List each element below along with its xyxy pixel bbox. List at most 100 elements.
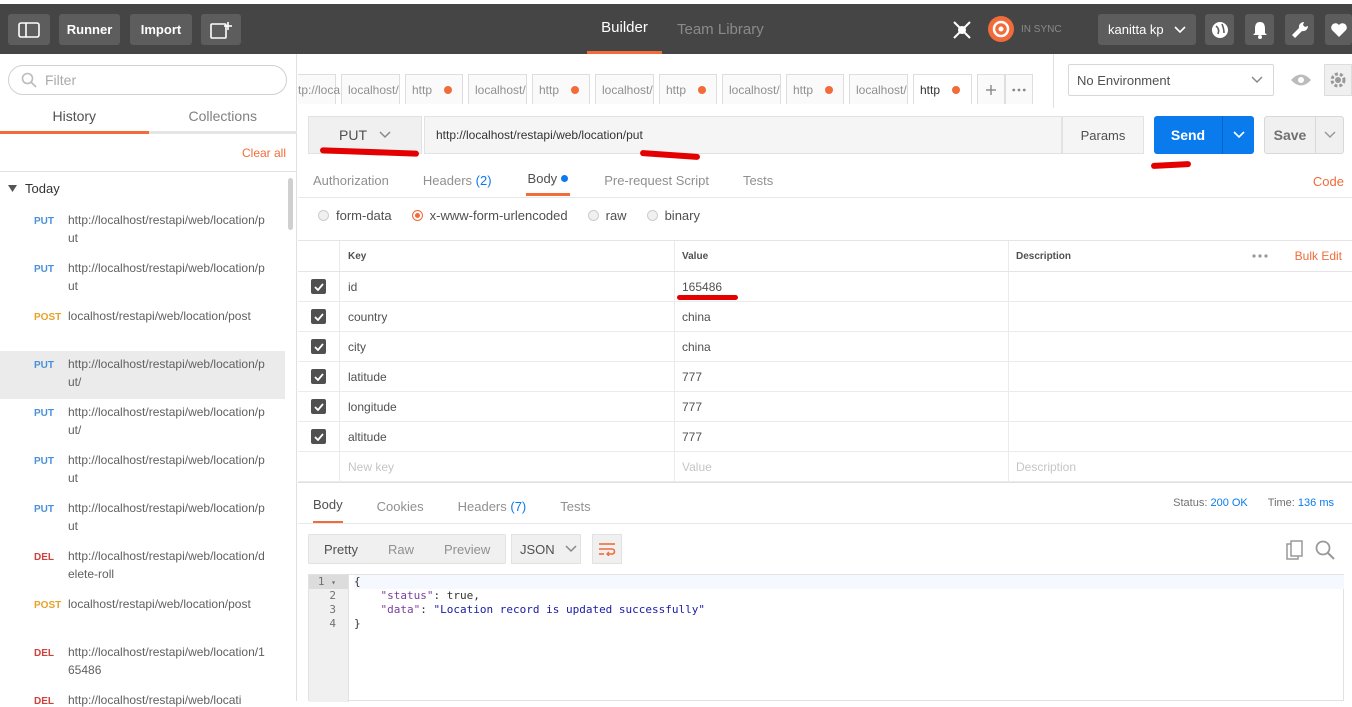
format-pretty[interactable]: Pretty (309, 542, 373, 557)
format-raw[interactable]: Raw (373, 542, 429, 557)
url-input[interactable]: http://localhost/restapi/web/location/pu… (424, 116, 1062, 154)
description-cell[interactable] (1009, 332, 1352, 361)
clear-all-link[interactable]: Clear all (242, 146, 286, 160)
builder-tab[interactable]: Builder (587, 4, 662, 54)
params-button[interactable]: Params (1062, 116, 1144, 154)
tab-response-body[interactable]: Body (313, 488, 343, 524)
history-item[interactable]: PUT http://localhost/restapi/web/location… (0, 255, 285, 303)
key-cell[interactable]: altitude (340, 422, 675, 451)
row-checkbox[interactable] (311, 309, 326, 324)
row-checkbox[interactable] (311, 429, 326, 444)
value-cell[interactable]: china (675, 332, 1009, 361)
new-request-tab-button[interactable] (977, 74, 1005, 104)
search-response-button[interactable] (1315, 540, 1335, 560)
request-tab[interactable]: http (786, 74, 844, 104)
value-cell[interactable]: china (675, 302, 1009, 331)
history-item[interactable]: PUT http://localhost/restapi/web/location… (0, 399, 285, 447)
environment-quick-look-button[interactable] (1286, 67, 1316, 93)
key-cell[interactable]: longitude (340, 392, 675, 421)
sidebar-toggle-button[interactable] (8, 14, 50, 45)
runner-button[interactable]: Runner (59, 14, 120, 45)
tab-headers[interactable]: Headers (2) (423, 164, 492, 196)
globe-button[interactable] (1205, 14, 1234, 45)
request-tab[interactable]: tp://loca (298, 74, 340, 104)
tab-history[interactable]: History (0, 100, 149, 134)
new-description-input[interactable]: Description (1009, 452, 1352, 481)
radio-binary[interactable]: binary (646, 208, 700, 223)
new-key-input[interactable]: New key (340, 452, 675, 481)
code-link[interactable]: Code (1313, 174, 1344, 189)
request-tab[interactable]: http (405, 74, 463, 104)
history-item[interactable]: PUT http://localhost/restapi/web/location… (0, 207, 285, 255)
radio-urlencoded[interactable]: x-www-form-urlencoded (411, 208, 568, 223)
ellipsis-icon[interactable] (1252, 254, 1268, 258)
history-item[interactable]: DEL http://localhost/restapi/web/location… (0, 639, 285, 687)
new-value-input[interactable]: Value (675, 452, 1009, 481)
tab-body[interactable]: Body (525, 164, 571, 196)
history-item[interactable]: PUT http://localhost/restapi/web/location… (0, 351, 285, 399)
description-cell[interactable] (1009, 422, 1352, 451)
sync-status[interactable]: IN SYNC (987, 15, 1062, 43)
tab-response-headers[interactable]: Headers (7) (458, 488, 527, 524)
user-menu[interactable]: kanitta kp (1098, 14, 1196, 45)
row-checkbox[interactable] (311, 279, 326, 294)
request-tab-active[interactable]: http (913, 74, 972, 104)
request-tab[interactable]: localhost/ (595, 74, 654, 104)
fold-icon[interactable]: ▾ (331, 578, 336, 587)
key-cell[interactable]: id (340, 272, 675, 301)
tab-prerequest-script[interactable]: Pre-request Script (604, 164, 709, 196)
response-editor[interactable]: 1 ▾ 2 3 4 { "status": true, "data": "Loc… (308, 574, 1344, 702)
value-cell[interactable]: 777 (675, 362, 1009, 391)
history-group-today[interactable]: Today (8, 181, 60, 196)
request-tab[interactable]: localhost/ (849, 74, 908, 104)
radio-raw[interactable]: raw (587, 208, 627, 223)
history-item[interactable]: POST localhost/restapi/web/location/post (0, 591, 285, 639)
language-select[interactable]: JSON (511, 534, 581, 564)
tab-collections[interactable]: Collections (148, 100, 297, 134)
copy-button[interactable] (1286, 540, 1306, 560)
wrap-lines-button[interactable] (592, 534, 622, 564)
value-cell[interactable]: 777 (675, 422, 1009, 451)
description-cell[interactable] (1009, 302, 1352, 331)
description-cell[interactable] (1009, 392, 1352, 421)
manage-environments-button[interactable] (1324, 64, 1352, 96)
request-tab[interactable]: http (532, 74, 590, 104)
request-tab[interactable]: localhost/ (468, 74, 527, 104)
history-item[interactable]: PUT http://localhost/restapi/web/location… (0, 447, 285, 495)
environment-select[interactable]: No Environment (1068, 64, 1274, 96)
new-tab-button[interactable] (201, 14, 241, 45)
request-tab[interactable]: localhost/ (722, 74, 781, 104)
favorites-button[interactable] (1325, 14, 1352, 45)
team-library-tab[interactable]: Team Library (677, 4, 764, 54)
sidebar-scrollbar[interactable] (288, 178, 293, 230)
settings-button[interactable] (1285, 14, 1314, 45)
description-cell[interactable] (1009, 362, 1352, 391)
format-preview[interactable]: Preview (429, 542, 505, 557)
key-cell[interactable]: latitude (340, 362, 675, 391)
key-cell[interactable]: city (340, 332, 675, 361)
value-cell[interactable]: 777 (675, 392, 1009, 421)
description-cell[interactable] (1009, 272, 1352, 301)
interceptor-button[interactable] (947, 14, 976, 45)
row-checkbox[interactable] (311, 399, 326, 414)
request-tab[interactable]: http (659, 74, 717, 104)
history-item[interactable]: DEL http://localhost/restapi/web/location… (0, 543, 285, 591)
history-item[interactable]: PUT http://localhost/restapi/web/location… (0, 495, 285, 543)
radio-form-data[interactable]: form-data (318, 208, 392, 223)
history-item[interactable]: POST localhost/restapi/web/location/post (0, 303, 285, 351)
tab-tests[interactable]: Tests (743, 164, 773, 196)
more-tabs-button[interactable] (1005, 74, 1033, 104)
tab-response-tests[interactable]: Tests (560, 488, 590, 524)
tab-authorization[interactable]: Authorization (313, 164, 389, 196)
send-button[interactable]: Send (1154, 116, 1254, 154)
history-item[interactable]: DEL http://localhost/restapi/web/locati (0, 687, 285, 707)
filter-input[interactable]: Filter (8, 65, 287, 95)
save-button[interactable]: Save (1264, 116, 1344, 154)
send-options-button[interactable] (1222, 116, 1254, 154)
import-button[interactable]: Import (130, 14, 192, 45)
save-options-button[interactable] (1315, 117, 1343, 153)
row-checkbox[interactable] (311, 339, 326, 354)
notifications-button[interactable] (1245, 14, 1274, 45)
row-checkbox[interactable] (311, 369, 326, 384)
bulk-edit-link[interactable]: Bulk Edit (1295, 249, 1342, 263)
